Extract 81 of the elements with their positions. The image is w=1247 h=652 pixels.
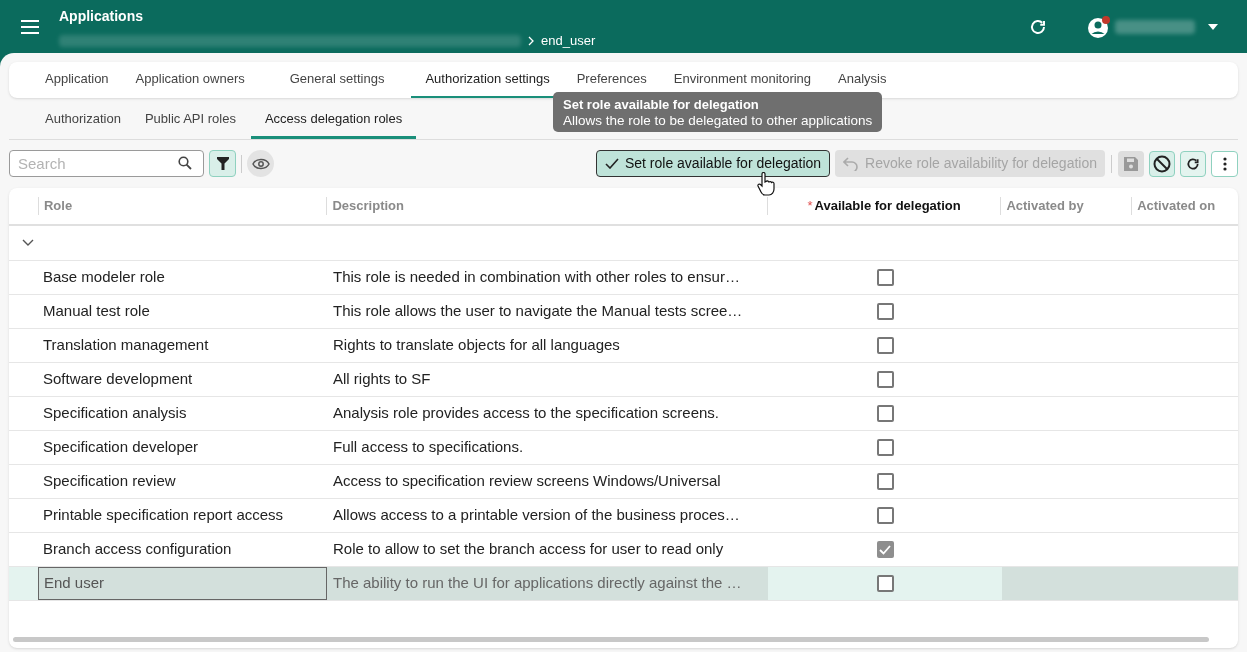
table-cell-text: This role is needed in combination with other roles to ensur… <box>332 267 741 288</box>
table-cell-text: Full access to specifications. <box>332 437 525 458</box>
breadcrumb-item[interactable]: end_user <box>541 31 596 51</box>
table-row[interactable]: Printable specification report access Allows access to a printable version of the business proces… <box>9 499 1238 533</box>
checkbox[interactable] <box>876 575 894 592</box>
checkbox[interactable] <box>876 507 894 524</box>
checkbox[interactable] <box>876 405 894 422</box>
user-avatar-icon[interactable] <box>1087 14 1111 39</box>
refresh-icon <box>1186 156 1200 171</box>
eye-icon <box>251 157 270 170</box>
checkbox[interactable] <box>876 269 894 286</box>
column-header[interactable]: Available for delegation <box>814 196 961 216</box>
tab[interactable]: Authorization <box>36 101 130 139</box>
table-cell-text: Specification analysis <box>42 403 188 424</box>
table-row[interactable]: Translation management Rights to translate objects for all languages <box>9 329 1238 363</box>
table-cell-text: Manual test role <box>42 301 151 322</box>
search-field[interactable]: Search <box>9 150 204 177</box>
more-button[interactable] <box>1211 150 1238 177</box>
table-cell-text: All rights to SF <box>332 369 432 390</box>
filter-button[interactable] <box>209 150 236 177</box>
column-header[interactable]: Role <box>43 196 73 216</box>
table-cell-text: Specification developer <box>42 437 200 458</box>
tooltip-title: Set role available for delegation <box>563 97 760 113</box>
visibility-button[interactable] <box>247 150 274 177</box>
table-cell-text: Analysis role provides access to the specification screens. <box>332 403 720 424</box>
table-cell-text: Role to allow to set the branch access for user to read only <box>332 539 725 560</box>
tab[interactable]: Analysis <box>825 62 900 98</box>
checkbox[interactable] <box>876 541 894 558</box>
save-icon <box>1124 156 1138 171</box>
cancel-button[interactable] <box>1149 150 1175 177</box>
table-row[interactable]: Manual test role This role allows the user to navigate the Manual tests scree… <box>9 295 1238 329</box>
table-cell: End user <box>38 567 327 600</box>
table-row[interactable]: End user The ability to run the UI for applications directly against the … <box>9 567 1238 601</box>
tab[interactable]: Access delegation roles <box>250 101 417 139</box>
table-cell-text: Allows access to a printable version of the business proces… <box>332 505 741 526</box>
menu-icon[interactable] <box>19 18 40 35</box>
save-button[interactable] <box>1118 150 1144 177</box>
block-icon <box>1153 154 1171 173</box>
tooltip-text: Allows the role to be delegated to other applications <box>563 113 873 129</box>
search-icon[interactable] <box>178 156 192 170</box>
required-mark: * <box>807 197 813 216</box>
checkbox[interactable] <box>876 337 894 354</box>
filter-icon <box>216 157 229 170</box>
tab[interactable]: Application <box>36 62 118 98</box>
table-cell-text: This role allows the user to navigate the Manual tests scree… <box>332 301 744 322</box>
table-row[interactable]: Base modeler role This role is needed in combination with other roles to ensur… <box>9 261 1238 295</box>
checkbox[interactable] <box>876 439 894 456</box>
table-row[interactable]: Specification review Access to specification review screens Windows/Universal <box>9 465 1238 499</box>
check-icon <box>604 158 619 169</box>
table-cell-text: Rights to translate objects for all languages <box>332 335 621 356</box>
table-row[interactable]: Specification developer Full access to specifications. <box>9 431 1238 465</box>
table-cell-text: Printable specification report access <box>42 505 285 526</box>
horizontal-scrollbar[interactable] <box>13 637 1209 642</box>
refresh-icon[interactable] <box>1029 17 1047 36</box>
tab[interactable]: Application owners <box>117 62 263 98</box>
set-available-button[interactable]: Set role available for delegation <box>595 150 831 177</box>
checkbox[interactable] <box>876 473 894 490</box>
chevron-right-icon <box>527 35 535 46</box>
table-cell-text: Software development <box>42 369 194 390</box>
table-cell-text: Base modeler role <box>42 267 166 288</box>
table-row[interactable]: Specification analysis Analysis role provides access to the specification screens. <box>9 397 1238 431</box>
table-row[interactable]: Software development All rights to SF <box>9 363 1238 397</box>
page-title: Applications <box>59 7 144 26</box>
table-cell-text: Branch access configuration <box>42 539 233 560</box>
tab[interactable]: Public API roles <box>135 101 245 139</box>
dropdown-caret-icon[interactable] <box>1207 22 1219 31</box>
collapse-chevron-icon[interactable] <box>22 239 34 247</box>
tab[interactable]: General settings <box>262 62 412 98</box>
undo-icon <box>843 156 860 171</box>
table-cell-text: Access to specification review screens Windows/Universal <box>332 471 722 492</box>
checkbox[interactable] <box>876 303 894 320</box>
table-cell-text: Translation management <box>42 335 210 356</box>
tab[interactable]: Preferences <box>563 62 660 98</box>
checkbox[interactable] <box>876 371 894 388</box>
column-header[interactable]: Activated on <box>1137 196 1216 216</box>
refresh-button[interactable] <box>1180 150 1206 177</box>
tab[interactable]: Environment monitoring <box>659 62 826 98</box>
table-cell: The ability to run the UI for applications directly against the … <box>327 567 768 600</box>
more-vertical-icon <box>1222 156 1227 171</box>
column-header[interactable]: Activated by <box>1006 196 1084 216</box>
table-cell-text: Specification review <box>42 471 177 492</box>
